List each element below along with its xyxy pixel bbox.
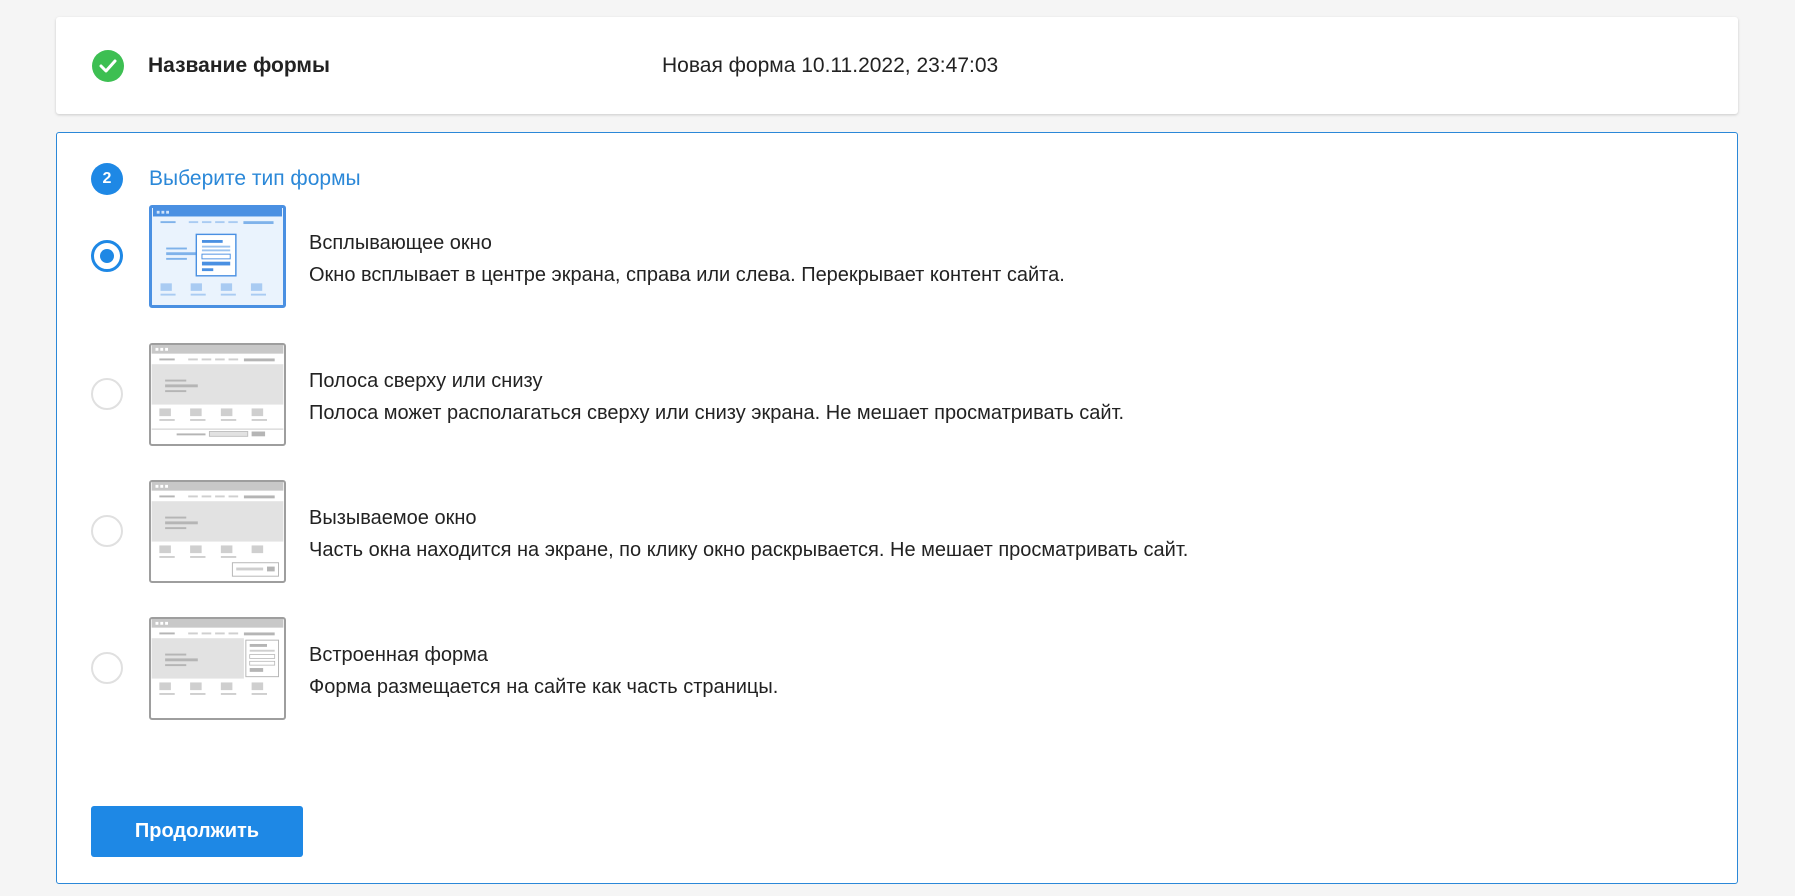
form-name-value: Новая форма 10.11.2022, 23:47:03 xyxy=(662,54,999,77)
step-title: Выберите тип формы xyxy=(149,167,361,190)
option-embedded[interactable]: Встроенная форма Форма размещается на са… xyxy=(91,617,1591,721)
option-description: Часть окна находится на экране, по клику… xyxy=(309,539,1189,561)
popup-preview-icon[interactable] xyxy=(149,205,286,308)
radio-popup[interactable] xyxy=(91,240,123,272)
option-title: Вызываемое окно xyxy=(309,507,477,529)
option-popup[interactable]: Всплывающее окно Окно всплывает в центре… xyxy=(91,205,1591,309)
step-type-card: 2 Выберите тип формы Всплывающее окно Ок… xyxy=(56,132,1738,884)
bar-preview-icon[interactable] xyxy=(149,343,286,446)
option-description: Форма размещается на сайте как часть стр… xyxy=(309,676,779,698)
radio-callable[interactable] xyxy=(91,515,123,547)
option-description: Полоса может располагаться сверху или сн… xyxy=(309,402,1125,424)
check-circle-icon xyxy=(92,50,124,82)
embedded-preview-icon[interactable] xyxy=(149,617,286,720)
option-title: Встроенная форма xyxy=(309,644,489,666)
continue-button[interactable]: Продолжить xyxy=(91,806,303,857)
option-callable[interactable]: Вызываемое окно Часть окна находится на … xyxy=(91,480,1591,584)
radio-embedded[interactable] xyxy=(91,652,123,684)
option-description: Окно всплывает в центре экрана, справа и… xyxy=(309,264,1065,286)
radio-bar[interactable] xyxy=(91,378,123,410)
callable-preview-icon[interactable] xyxy=(149,480,286,583)
step-name-card[interactable]: Название формы Новая форма 10.11.2022, 2… xyxy=(56,17,1738,114)
option-title: Полоса сверху или снизу xyxy=(309,370,543,392)
step-number-badge: 2 xyxy=(91,163,123,195)
step-label: Название формы xyxy=(148,54,330,77)
option-bar[interactable]: Полоса сверху или снизу Полоса может рас… xyxy=(91,343,1591,447)
option-title: Всплывающее окно xyxy=(309,232,492,254)
